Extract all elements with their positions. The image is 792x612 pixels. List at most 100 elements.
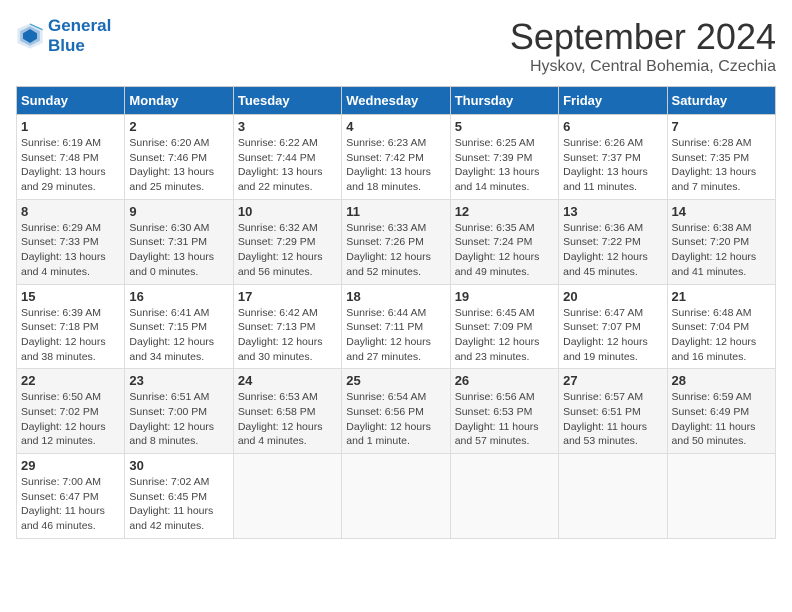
logo-text: General Blue	[48, 16, 111, 57]
day-number: 2	[129, 119, 228, 134]
day-detail: Sunrise: 6:23 AMSunset: 7:42 PMDaylight:…	[346, 136, 445, 195]
day-number: 28	[672, 373, 771, 388]
calendar-table: SundayMondayTuesdayWednesdayThursdayFrid…	[16, 86, 776, 539]
column-header-friday: Friday	[559, 87, 667, 115]
day-number: 13	[563, 204, 662, 219]
day-number: 5	[455, 119, 554, 134]
day-detail: Sunrise: 6:59 AMSunset: 6:49 PMDaylight:…	[672, 390, 771, 449]
day-number: 3	[238, 119, 337, 134]
day-cell	[342, 454, 450, 539]
day-cell: 18 Sunrise: 6:44 AMSunset: 7:11 PMDayligh…	[342, 284, 450, 369]
day-number: 29	[21, 458, 120, 473]
day-cell: 24Sunrise: 6:53 AMSunset: 6:58 PMDayligh…	[233, 369, 341, 454]
day-number: 27	[563, 373, 662, 388]
day-cell: 15Sunrise: 6:39 AMSunset: 7:18 PMDayligh…	[17, 284, 125, 369]
day-detail: Sunrise: 6:51 AMSunset: 7:00 PMDaylight:…	[129, 390, 228, 449]
day-number: 1	[21, 119, 120, 134]
day-cell: 10 Sunrise: 6:32 AMSunset: 7:29 PMDayligh…	[233, 199, 341, 284]
column-header-sunday: Sunday	[17, 87, 125, 115]
day-cell: 12 Sunrise: 6:35 AMSunset: 7:24 PMDayligh…	[450, 199, 558, 284]
column-header-monday: Monday	[125, 87, 233, 115]
day-number: 4	[346, 119, 445, 134]
day-number: 19	[455, 289, 554, 304]
week-row-2: 8 Sunrise: 6:29 AMSunset: 7:33 PMDaylight…	[17, 199, 776, 284]
day-cell: 29 Sunrise: 7:00 AMSunset: 6:47 PMDayligh…	[17, 454, 125, 539]
day-cell	[667, 454, 775, 539]
day-cell	[559, 454, 667, 539]
day-cell: 20 Sunrise: 6:47 AMSunset: 7:07 PMDayligh…	[559, 284, 667, 369]
day-detail: Sunrise: 7:00 AMSunset: 6:47 PMDaylight:…	[21, 475, 120, 534]
week-row-4: 22 Sunrise: 6:50 AMSunset: 7:02 PMDayligh…	[17, 369, 776, 454]
day-cell: 7 Sunrise: 6:28 AMSunset: 7:35 PMDaylight…	[667, 115, 775, 200]
day-cell: 25 Sunrise: 6:54 AMSunset: 6:56 PMDayligh…	[342, 369, 450, 454]
day-detail: Sunrise: 6:19 AMSunset: 7:48 PMDaylight:…	[21, 136, 120, 195]
day-number: 18	[346, 289, 445, 304]
day-detail: Sunrise: 7:02 AMSunset: 6:45 PMDaylight:…	[129, 475, 228, 534]
column-header-thursday: Thursday	[450, 87, 558, 115]
calendar-subtitle: Hyskov, Central Bohemia, Czechia	[510, 58, 776, 76]
day-detail: Sunrise: 6:57 AMSunset: 6:51 PMDaylight:…	[563, 390, 662, 449]
day-number: 8	[21, 204, 120, 219]
day-cell: 9 Sunrise: 6:30 AMSunset: 7:31 PMDaylight…	[125, 199, 233, 284]
day-cell: 8 Sunrise: 6:29 AMSunset: 7:33 PMDaylight…	[17, 199, 125, 284]
day-cell: 27 Sunrise: 6:57 AMSunset: 6:51 PMDayligh…	[559, 369, 667, 454]
day-detail: Sunrise: 6:26 AMSunset: 7:37 PMDaylight:…	[563, 136, 662, 195]
day-detail: Sunrise: 6:47 AMSunset: 7:07 PMDaylight:…	[563, 306, 662, 365]
day-number: 10	[238, 204, 337, 219]
day-detail: Sunrise: 6:29 AMSunset: 7:33 PMDaylight:…	[21, 221, 120, 280]
day-number: 26	[455, 373, 554, 388]
column-header-wednesday: Wednesday	[342, 87, 450, 115]
day-cell: 11Sunrise: 6:33 AMSunset: 7:26 PMDayligh…	[342, 199, 450, 284]
day-cell: 21Sunrise: 6:48 AMSunset: 7:04 PMDayligh…	[667, 284, 775, 369]
day-cell: 26 Sunrise: 6:56 AMSunset: 6:53 PMDayligh…	[450, 369, 558, 454]
column-header-saturday: Saturday	[667, 87, 775, 115]
day-number: 17	[238, 289, 337, 304]
calendar-title: September 2024	[510, 16, 776, 58]
day-detail: Sunrise: 6:54 AMSunset: 6:56 PMDaylight:…	[346, 390, 445, 449]
day-number: 16	[129, 289, 228, 304]
day-cell: 19 Sunrise: 6:45 AMSunset: 7:09 PMDayligh…	[450, 284, 558, 369]
day-detail: Sunrise: 6:44 AMSunset: 7:11 PMDaylight:…	[346, 306, 445, 365]
day-number: 20	[563, 289, 662, 304]
day-detail: Sunrise: 6:32 AMSunset: 7:29 PMDaylight:…	[238, 221, 337, 280]
day-number: 7	[672, 119, 771, 134]
day-cell: 30 Sunrise: 7:02 AMSunset: 6:45 PMDayligh…	[125, 454, 233, 539]
day-detail: Sunrise: 6:20 AMSunset: 7:46 PMDaylight:…	[129, 136, 228, 195]
day-number: 25	[346, 373, 445, 388]
day-detail: Sunrise: 6:28 AMSunset: 7:35 PMDaylight:…	[672, 136, 771, 195]
day-cell: 3 Sunrise: 6:22 AMSunset: 7:44 PMDaylight…	[233, 115, 341, 200]
logo-icon	[16, 22, 44, 50]
day-detail: Sunrise: 6:36 AMSunset: 7:22 PMDaylight:…	[563, 221, 662, 280]
day-detail: Sunrise: 6:38 AMSunset: 7:20 PMDaylight:…	[672, 221, 771, 280]
day-detail: Sunrise: 6:50 AMSunset: 7:02 PMDaylight:…	[21, 390, 120, 449]
day-detail: Sunrise: 6:45 AMSunset: 7:09 PMDaylight:…	[455, 306, 554, 365]
day-detail: Sunrise: 6:41 AMSunset: 7:15 PMDaylight:…	[129, 306, 228, 365]
day-cell: 1 Sunrise: 6:19 AMSunset: 7:48 PMDaylight…	[17, 115, 125, 200]
day-detail: Sunrise: 6:22 AMSunset: 7:44 PMDaylight:…	[238, 136, 337, 195]
header: General Blue September 2024 Hyskov, Cent…	[16, 16, 776, 76]
day-number: 6	[563, 119, 662, 134]
week-row-5: 29 Sunrise: 7:00 AMSunset: 6:47 PMDayligh…	[17, 454, 776, 539]
day-detail: Sunrise: 6:30 AMSunset: 7:31 PMDaylight:…	[129, 221, 228, 280]
day-cell: 17Sunrise: 6:42 AMSunset: 7:13 PMDayligh…	[233, 284, 341, 369]
day-detail: Sunrise: 6:35 AMSunset: 7:24 PMDaylight:…	[455, 221, 554, 280]
day-detail: Sunrise: 6:48 AMSunset: 7:04 PMDaylight:…	[672, 306, 771, 365]
day-cell: 2 Sunrise: 6:20 AMSunset: 7:46 PMDaylight…	[125, 115, 233, 200]
day-number: 15	[21, 289, 120, 304]
logo: General Blue	[16, 16, 111, 57]
week-row-1: 1 Sunrise: 6:19 AMSunset: 7:48 PMDaylight…	[17, 115, 776, 200]
column-header-tuesday: Tuesday	[233, 87, 341, 115]
day-number: 9	[129, 204, 228, 219]
day-number: 22	[21, 373, 120, 388]
day-detail: Sunrise: 6:25 AMSunset: 7:39 PMDaylight:…	[455, 136, 554, 195]
day-number: 11	[346, 204, 445, 219]
day-number: 30	[129, 458, 228, 473]
day-number: 12	[455, 204, 554, 219]
day-detail: Sunrise: 6:56 AMSunset: 6:53 PMDaylight:…	[455, 390, 554, 449]
day-cell: 14 Sunrise: 6:38 AMSunset: 7:20 PMDayligh…	[667, 199, 775, 284]
day-cell	[450, 454, 558, 539]
day-number: 14	[672, 204, 771, 219]
day-cell: 16 Sunrise: 6:41 AMSunset: 7:15 PMDayligh…	[125, 284, 233, 369]
day-cell	[233, 454, 341, 539]
day-number: 23	[129, 373, 228, 388]
